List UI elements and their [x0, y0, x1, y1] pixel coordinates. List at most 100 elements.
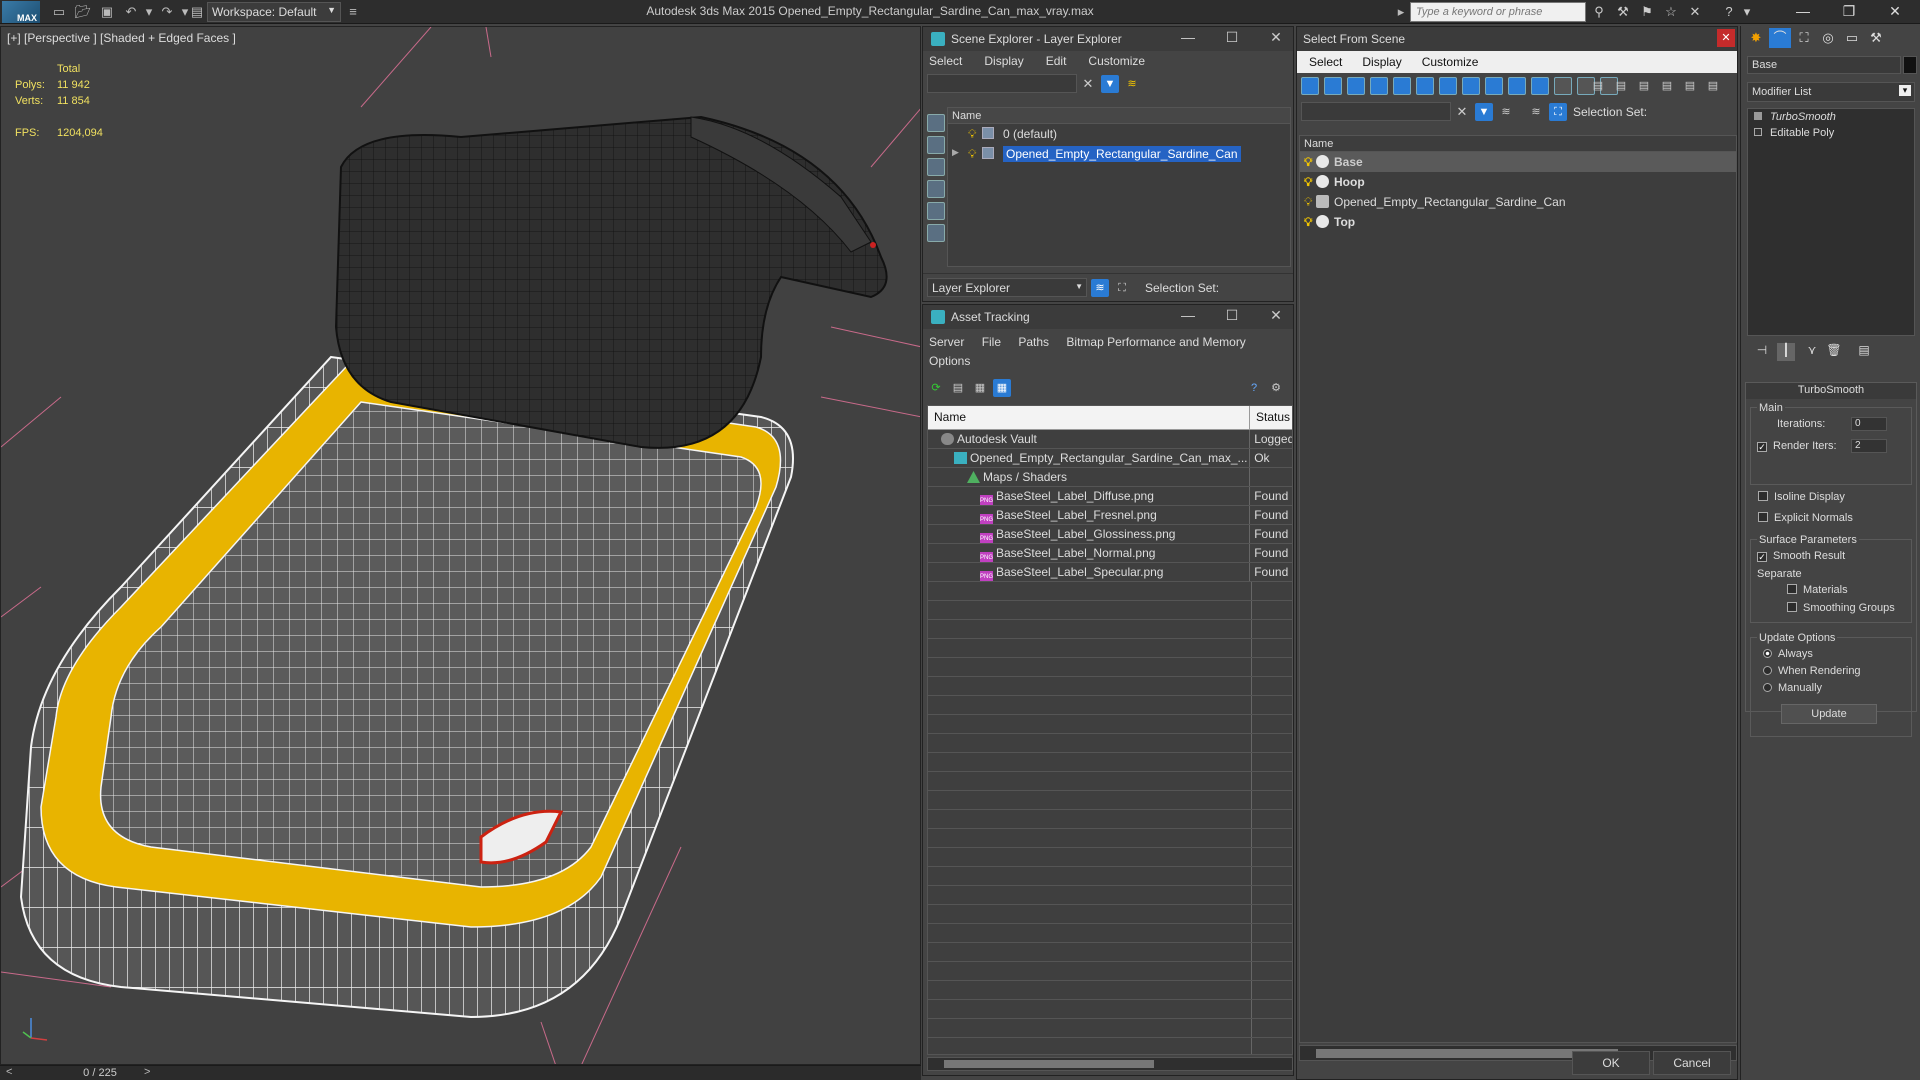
explorer-type-dropdown[interactable]: Layer Explorer ▼	[927, 278, 1087, 297]
find-input[interactable]	[1301, 102, 1451, 121]
filter-icon[interactable]: ▼	[1101, 75, 1119, 93]
find-input[interactable]	[927, 74, 1077, 93]
manually-radio[interactable]: Manually	[1763, 682, 1822, 694]
column-header-status[interactable]: Status	[1250, 406, 1292, 429]
display-all-icon[interactable]	[1324, 77, 1342, 95]
asset-row[interactable]: Autodesk Vault Logged	[928, 430, 1292, 449]
object-row-base[interactable]: 💡︎ Base	[1300, 152, 1736, 172]
asset-row[interactable]: Maps / Shaders	[928, 468, 1292, 487]
column-c-icon[interactable]: ▤	[1635, 77, 1653, 95]
clear-filter-icon[interactable]: ✕	[1079, 75, 1097, 93]
stack-item-editable-poly[interactable]: Editable Poly	[1748, 125, 1914, 141]
stack-item-turbosmooth[interactable]: TurboSmooth	[1748, 109, 1914, 125]
menu-bitmap-performance[interactable]: Bitmap Performance and Memory	[1066, 335, 1245, 349]
search-arrow-icon[interactable]: ▸	[1392, 3, 1410, 21]
redo-icon[interactable]: ↷	[158, 3, 176, 21]
save-icon[interactable]: ▣	[98, 3, 116, 21]
lightbulb-icon[interactable]	[1754, 112, 1762, 120]
collapse-icon[interactable]: ▤	[1704, 77, 1722, 95]
column-header-name[interactable]: Name	[1300, 136, 1736, 152]
subscription-icon[interactable]: ⚒	[1614, 3, 1632, 21]
menu-display[interactable]: Display	[984, 54, 1023, 68]
layer-tools-icon[interactable]: ≋	[1123, 75, 1141, 93]
isoline-checkbox[interactable]: Isoline Display	[1758, 491, 1845, 503]
shapes-filter-icon[interactable]	[1393, 77, 1411, 95]
asset-row[interactable]: PNG BaseSteel_Label_Specular.png Found	[928, 563, 1292, 582]
smoothing-groups-checkbox[interactable]: Smoothing Groups	[1787, 602, 1895, 614]
ok-button[interactable]: OK	[1572, 1051, 1650, 1075]
groups-filter-icon[interactable]	[1508, 77, 1526, 95]
pin-stack-icon[interactable]: ⊣	[1753, 343, 1771, 361]
undo-dropdown-icon[interactable]: ▾	[140, 3, 158, 21]
always-radio[interactable]: Always	[1763, 648, 1813, 660]
motion-tab-icon[interactable]: ◎	[1817, 28, 1839, 48]
filter-funnel-icon[interactable]: ▤	[1658, 77, 1676, 95]
project-folder-icon[interactable]: ▤	[188, 3, 206, 21]
select-from-scene-titlebar[interactable]: Select From Scene ✕	[1297, 27, 1737, 51]
column-b-icon[interactable]: ▤	[1612, 77, 1630, 95]
time-prev-icon[interactable]: <	[6, 1066, 12, 1078]
display-shapes-icon[interactable]	[927, 136, 945, 154]
modify-tab-icon[interactable]: ⌒	[1769, 28, 1791, 48]
app-logo[interactable]: MAX	[2, 1, 40, 23]
thumbnail-view-icon[interactable]: ▦	[971, 379, 989, 397]
render-iters-checkbox[interactable]: ✓ Render Iters:	[1757, 440, 1837, 452]
help-dropdown-icon[interactable]: ▾	[1738, 3, 1756, 21]
update-button[interactable]: Update	[1781, 704, 1877, 724]
hierarchy-view-icon[interactable]: ⛶	[1549, 103, 1567, 121]
smooth-result-checkbox[interactable]: ✓ Smooth Result	[1757, 550, 1845, 562]
scene-explorer-titlebar[interactable]: Scene Explorer - Layer Explorer — ☐ ✕	[923, 27, 1293, 51]
lightbulb-icon[interactable]: 💡︎	[968, 127, 976, 142]
hierarchy-tab-icon[interactable]: ⛶	[1793, 28, 1815, 48]
tree-row-sardine-layer[interactable]: ▶ 💡︎ Opened_Empty_Rectangular_Sardine_Ca…	[948, 144, 1290, 164]
object-row-top[interactable]: 💡︎ Top	[1300, 212, 1736, 232]
maximize-icon[interactable]: ☐	[1219, 29, 1245, 46]
cameras-filter-icon[interactable]	[1439, 77, 1457, 95]
hierarchy-view-icon[interactable]: ⛶	[1113, 279, 1131, 297]
close-icon[interactable]: ✕	[1263, 307, 1289, 324]
menu-select[interactable]: Select	[929, 54, 962, 68]
workspace-dropdown[interactable]: Workspace: Default ▼	[207, 2, 341, 22]
display-helpers-icon[interactable]	[927, 202, 945, 220]
object-name-field[interactable]: Base	[1747, 56, 1901, 74]
display-lights-icon[interactable]	[927, 158, 945, 176]
asset-row[interactable]: Opened_Empty_Rectangular_Sardine_Can_max…	[928, 449, 1292, 468]
open-file-icon[interactable]: 📂︎	[74, 3, 92, 21]
asset-row[interactable]: PNG BaseSteel_Label_Diffuse.png Found	[928, 487, 1292, 506]
explicit-normals-checkbox[interactable]: Explicit Normals	[1758, 512, 1853, 524]
exchange-x-icon[interactable]: ✕	[1686, 3, 1704, 21]
menu-customize[interactable]: Customize	[1422, 55, 1479, 69]
settings-icon[interactable]: ⚙	[1267, 379, 1285, 397]
geometry-filter-icon[interactable]	[1370, 77, 1388, 95]
close-icon[interactable]: ✕	[1717, 29, 1735, 47]
menu-file[interactable]: File	[982, 335, 1001, 349]
show-end-result-icon[interactable]: ┃	[1777, 343, 1795, 361]
layer-view-icon[interactable]: ≋	[1091, 279, 1109, 297]
lightbulb-icon[interactable]: 💡︎	[968, 147, 976, 162]
search-input[interactable]: Type a keyword or phrase	[1410, 2, 1586, 22]
minimize-icon[interactable]: —	[1175, 29, 1201, 45]
customize-toolbar-icon[interactable]: ≡	[344, 3, 362, 21]
menu-paths[interactable]: Paths	[1018, 335, 1049, 349]
bones-filter-icon[interactable]	[1554, 77, 1572, 95]
display-layers-icon[interactable]	[927, 224, 945, 242]
lightbulb-icon[interactable]: 💡︎	[1304, 195, 1312, 210]
object-row-hoop[interactable]: 💡︎ Hoop	[1300, 172, 1736, 192]
menu-customize[interactable]: Customize	[1088, 54, 1145, 68]
render-iters-spinner[interactable]: 2	[1851, 439, 1887, 453]
xrefs-filter-icon[interactable]	[1531, 77, 1549, 95]
modifier-list-dropdown[interactable]: Modifier List ▾	[1747, 82, 1915, 102]
clear-filter-icon[interactable]: ✕	[1453, 103, 1471, 121]
configure-sets-icon[interactable]: ▤	[1855, 343, 1873, 361]
undo-icon[interactable]: ↶	[122, 3, 140, 21]
tree-row-default-layer[interactable]: 💡︎ 0 (default)	[948, 124, 1290, 144]
when-rendering-radio[interactable]: When Rendering	[1763, 665, 1861, 677]
helpers-filter-icon[interactable]	[1462, 77, 1480, 95]
menu-select[interactable]: Select	[1309, 55, 1342, 69]
utilities-tab-icon[interactable]: ⚒	[1865, 28, 1887, 48]
close-icon[interactable]: ✕	[1263, 29, 1289, 46]
layer-view-icon[interactable]: ≋	[1527, 103, 1545, 121]
spacewarps-filter-icon[interactable]	[1485, 77, 1503, 95]
minimize-icon[interactable]: —	[1175, 307, 1201, 323]
materials-checkbox[interactable]: Materials	[1787, 584, 1848, 596]
